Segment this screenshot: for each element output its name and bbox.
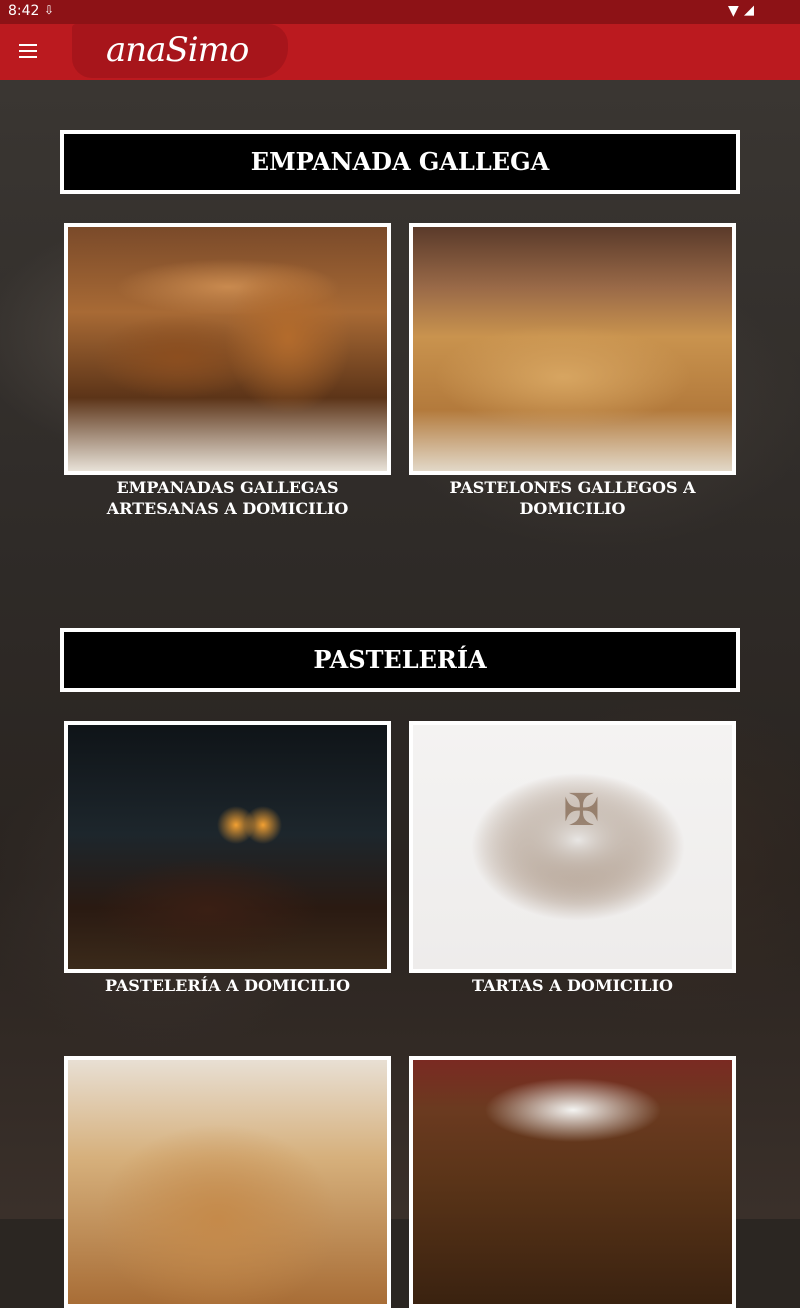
pasteleria-photo: [64, 721, 391, 973]
brownie-photo: [409, 1056, 736, 1308]
signal-icon: ◢: [744, 3, 754, 18]
card-pasteleria[interactable]: PASTELERÍA A DOMICILIO: [64, 721, 391, 996]
wifi-icon: ▼: [728, 3, 739, 19]
download-icon: ⇩: [44, 3, 55, 17]
pastelon-photo: [409, 223, 736, 475]
status-time: 8:42: [8, 3, 40, 19]
card-caption: PASTELERÍA A DOMICILIO: [104, 976, 351, 995]
card-empanadas[interactable]: EMPANADAS GALLEGAS ARTESANAS A DOMICILIO: [64, 223, 391, 519]
card-caption: PASTELONES GALLEGOS A DOMICILIO: [449, 478, 696, 518]
status-bar: 8:42 ⇩ ▼ ◢: [0, 0, 800, 24]
section-title-empanada: EMPANADA GALLEGA: [60, 130, 740, 194]
santiago-cross-icon: ✠: [563, 785, 600, 836]
card-caption: TARTAS A DOMICILIO: [472, 976, 673, 995]
brand-logo[interactable]: anaSimo: [72, 24, 290, 80]
empanada-photo: [64, 223, 391, 475]
card-tartas[interactable]: ✠ TARTAS A DOMICILIO: [409, 721, 736, 996]
card-bizcocho[interactable]: [64, 1056, 391, 1308]
card-pastelones[interactable]: PASTELONES GALLEGOS A DOMICILIO: [409, 223, 736, 519]
hamburger-menu-icon[interactable]: [14, 40, 42, 64]
logo-text: anaSimo: [106, 30, 249, 70]
bizcocho-photo: [64, 1056, 391, 1308]
section-title-pasteleria: PASTELERÍA: [60, 628, 740, 692]
card-brownie[interactable]: [409, 1056, 736, 1308]
card-caption: EMPANADAS GALLEGAS ARTESANAS A DOMICILIO: [106, 478, 349, 518]
tarta-photo: ✠: [409, 721, 736, 973]
